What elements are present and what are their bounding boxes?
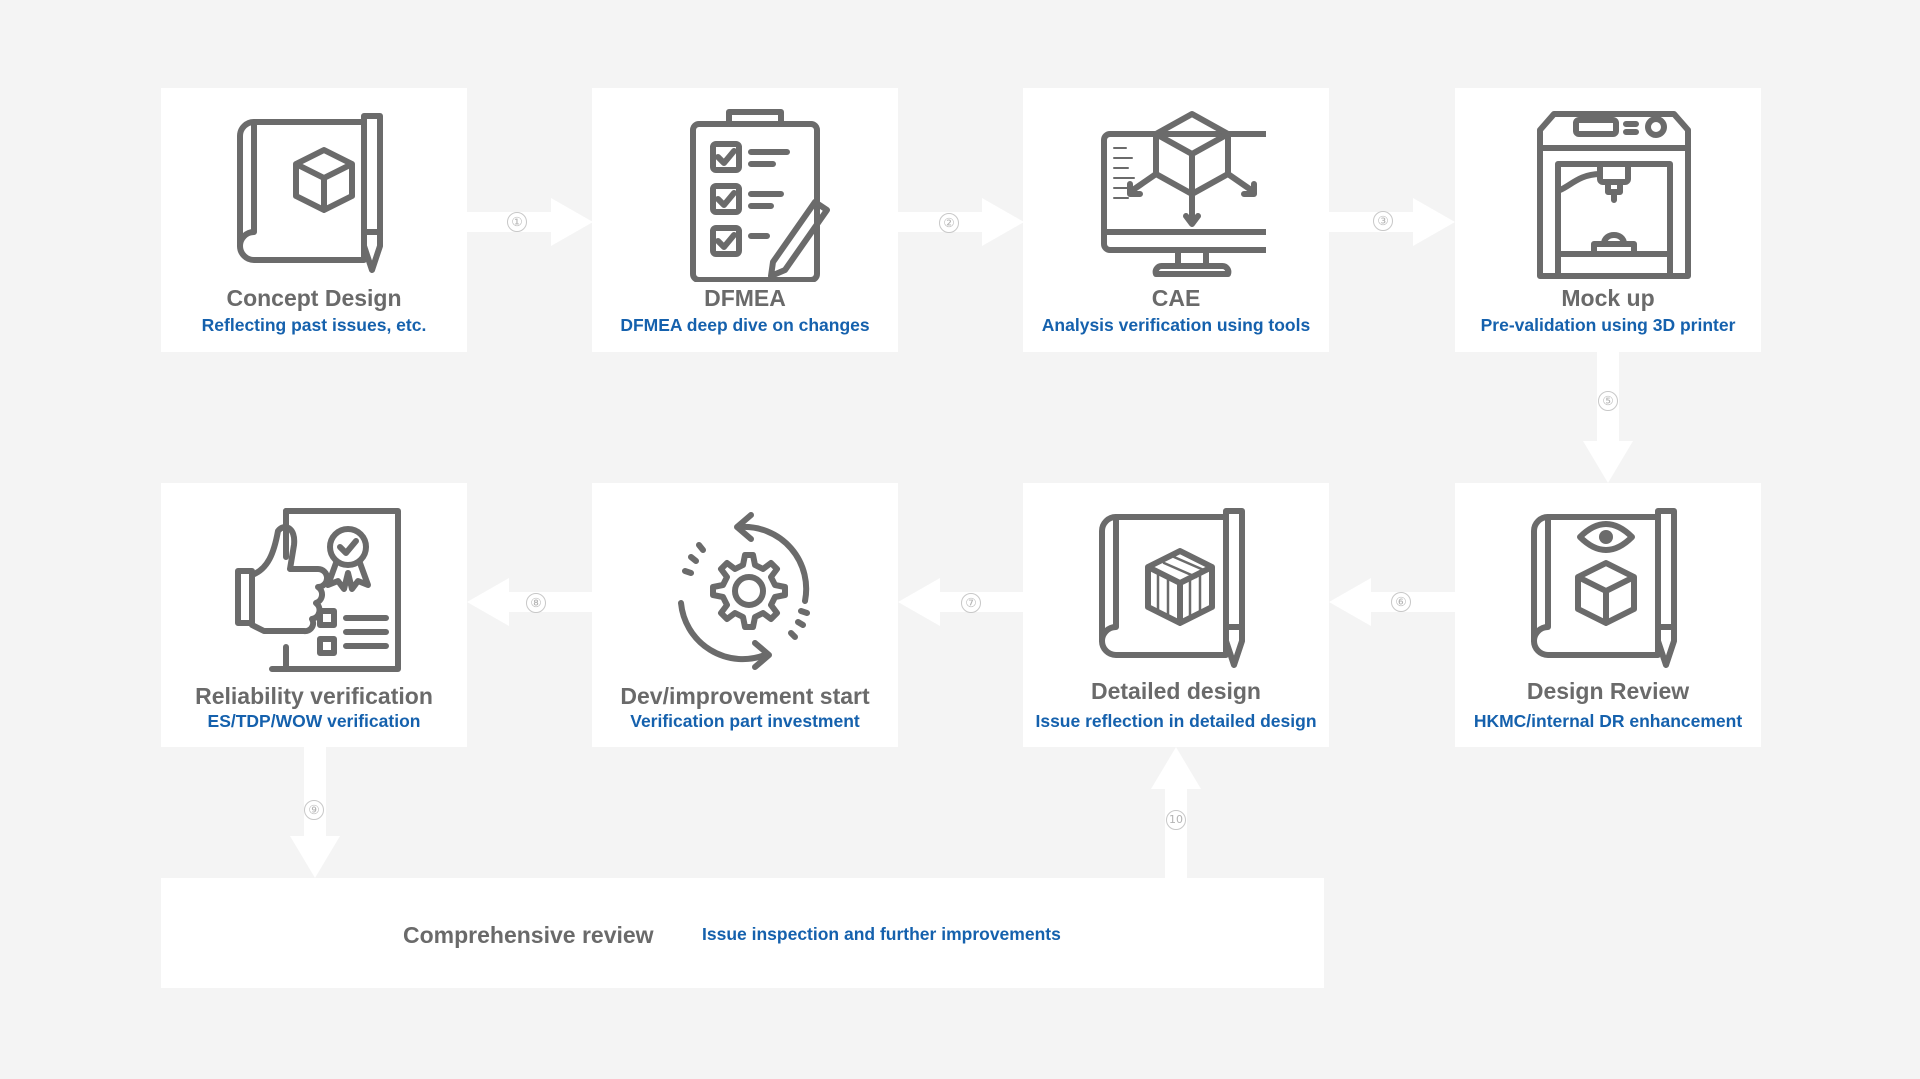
step-subtitle: Pre-validation using 3D printer [1480, 315, 1736, 335]
step-detailed-design: Detailed design Issue reflection in deta… [1023, 483, 1329, 747]
step-subtitle: Verification part investment [630, 711, 860, 731]
review-subtitle: Issue inspection and further improvement… [702, 924, 1061, 944]
3d-printer-icon [1537, 111, 1691, 279]
step-cae: CAE Analysis verification using tools [1023, 88, 1329, 352]
step-dfmea: DFMEA DFMEA deep dive on changes [592, 88, 898, 352]
comprehensive-review-box: Comprehensive review Issue inspection an… [161, 878, 1324, 988]
clipboard-checklist-icon [690, 109, 830, 282]
arrow-number-7: ⑦ [961, 593, 981, 613]
arrow-number-6: ⑥ [1391, 592, 1411, 612]
step-subtitle: Analysis verification using tools [1041, 315, 1311, 335]
step-concept-design: Concept Design Reflecting past issues, e… [161, 88, 467, 352]
arrow-number-2: ② [939, 213, 959, 233]
step-title: Mock up [1561, 285, 1655, 311]
certificate-thumbs-up-icon [235, 508, 401, 672]
step-title: Concept Design [226, 285, 402, 311]
step-title: Dev/improvement start [620, 683, 870, 709]
gear-cycle-icon [678, 512, 810, 670]
arrow-number-8: ⑧ [526, 593, 546, 613]
step-subtitle: DFMEA deep dive on changes [620, 315, 870, 335]
arrow-number-1: ① [507, 212, 527, 232]
step-dev-improvement-start: Dev/improvement start Verification part … [592, 483, 898, 747]
step-reliability-verification: Reliability verification ES/TDP/WOW veri… [161, 483, 467, 747]
step-title: Detailed design [1091, 678, 1261, 704]
arrow-number-9: ⑨ [304, 800, 324, 820]
step-subtitle: Reflecting past issues, etc. [201, 315, 427, 335]
step-subtitle: ES/TDP/WOW verification [207, 711, 421, 731]
blueprint-crate-icon [1099, 508, 1245, 668]
step-title: DFMEA [704, 285, 786, 311]
blueprint-cube-pencil-icon [237, 113, 383, 273]
step-design-review: Design Review HKMC/internal DR enhanceme… [1455, 483, 1761, 747]
arrow-1 [467, 198, 593, 246]
step-mock-up: Mock up Pre-validation using 3D printer [1455, 88, 1761, 352]
step-title: CAE [1151, 285, 1201, 311]
monitor-cube-analysis-icon [1101, 111, 1266, 277]
blueprint-eye-icon [1531, 508, 1677, 668]
step-title: Reliability verification [195, 683, 433, 709]
arrow-number-10: 10 [1166, 810, 1186, 830]
arrow-5 [1583, 352, 1633, 483]
step-subtitle: HKMC/internal DR enhancement [1473, 711, 1743, 731]
step-title: Design Review [1526, 678, 1690, 704]
step-subtitle: Issue reflection in detailed design [1035, 711, 1317, 731]
arrow-number-5: ⑤ [1598, 391, 1618, 411]
arrow-2 [898, 198, 1024, 246]
arrow-number-3: ③ [1373, 211, 1393, 231]
review-title: Comprehensive review [403, 922, 654, 948]
